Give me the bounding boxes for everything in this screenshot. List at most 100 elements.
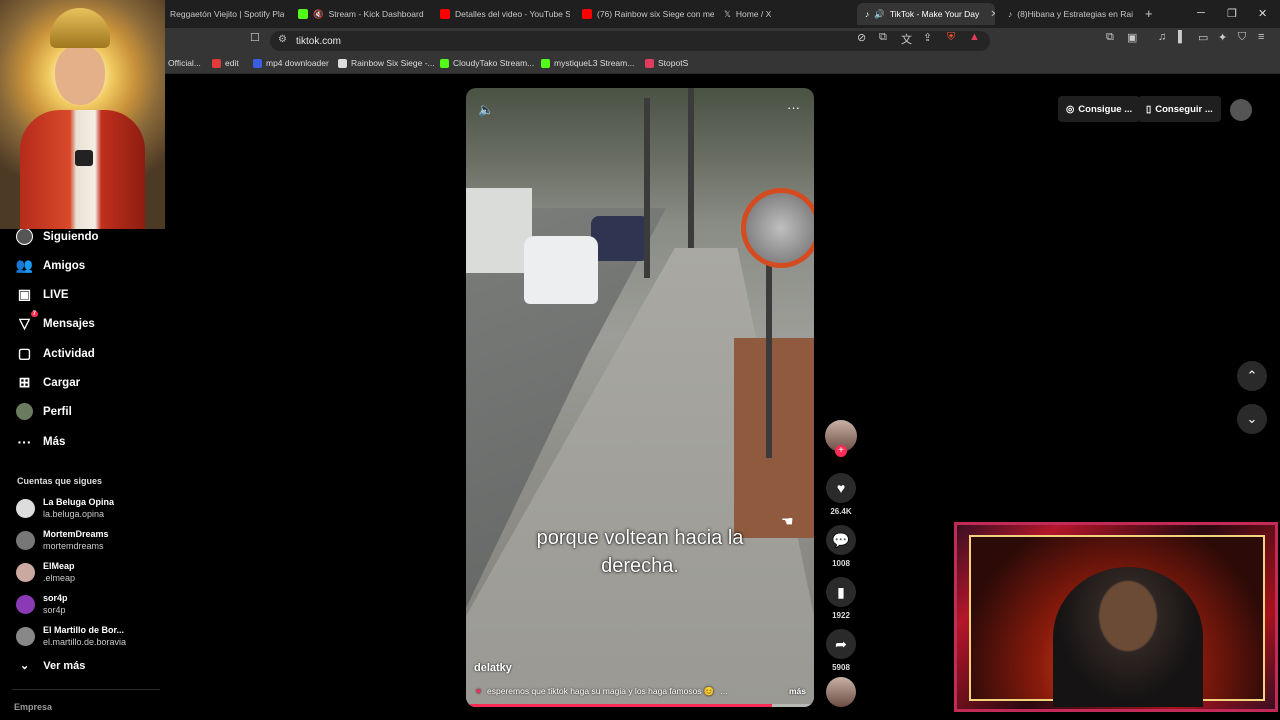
save-count: 1922 <box>832 611 850 620</box>
account-handle: .elmeap <box>43 573 76 583</box>
get-app-button[interactable]: ▯ Conseguir ... <box>1138 96 1221 122</box>
followed-account[interactable]: ElMeap .elmeap <box>16 560 75 584</box>
previous-video-button[interactable]: ⌃ <box>1237 361 1267 391</box>
footer-company-link[interactable]: Empresa <box>14 702 52 712</box>
sidebar-item-more[interactable]: ··· Más <box>16 433 66 450</box>
sidebar-item-label: Siguiendo <box>43 230 99 243</box>
tab-x[interactable]: 𝕏 Home / X <box>716 3 846 25</box>
speaker-icon: 🔇 <box>313 8 324 19</box>
wallet-icon[interactable]: ▭ <box>1198 31 1208 44</box>
sound-avatar[interactable] <box>826 677 856 707</box>
restore-button[interactable]: ❐ <box>1227 7 1237 20</box>
followed-account[interactable]: MortemDreams mortemdreams <box>16 528 109 552</box>
kick-icon <box>541 58 550 68</box>
leo-ai-icon[interactable]: ✦ <box>1218 31 1227 44</box>
youtube-icon <box>440 9 450 19</box>
following-icon <box>16 228 33 245</box>
tab-spotify[interactable]: Reggaetón Viejito | Spotify Pla <box>162 3 284 25</box>
tab-title: Home / X <box>735 9 772 19</box>
tab-tiktok[interactable]: ♪ 🔊 TikTok - Make Your Day ✕ <box>857 3 995 25</box>
chevron-down-icon: ⌄ <box>20 660 30 672</box>
tab-youtube[interactable]: (76) Rainbow six Siege con me <box>574 3 714 25</box>
translate-icon[interactable]: 文 <box>901 31 912 47</box>
streamer-figure <box>1053 567 1203 707</box>
next-video-button[interactable]: ⌄ <box>1237 404 1267 434</box>
sidebar-item-upload[interactable]: ⊞ Cargar <box>16 374 80 391</box>
crown-icon <box>50 8 110 48</box>
sidebar-toggle-icon[interactable]: ▌ <box>1178 31 1186 43</box>
bookmark-icon[interactable]: ☐ <box>250 31 260 44</box>
sidebar-item-messages[interactable]: ▽ 7 Mensajes <box>16 311 95 332</box>
menu-icon[interactable]: ≡ <box>1258 31 1264 43</box>
volume-icon[interactable]: 🔈 <box>478 102 494 118</box>
close-icon[interactable]: ✕ <box>990 9 995 20</box>
video-pole <box>644 98 650 278</box>
share-arrow-icon: ➦ <box>826 629 856 659</box>
screenshot-icon[interactable]: ▣ <box>1127 31 1137 44</box>
download-icon <box>253 58 262 68</box>
more-options-icon[interactable]: ··· <box>787 100 800 115</box>
account-handle: el.martillo.de.boravia <box>43 637 127 647</box>
bookmark-mp4-downloader[interactable]: mp4 downloader <box>253 58 329 68</box>
video-progress-bar[interactable] <box>466 704 814 707</box>
sidebar-item-profile[interactable]: Perfil <box>16 403 72 420</box>
brave-rewards-icon[interactable]: ▲ <box>969 31 980 43</box>
new-tab-button[interactable]: + <box>1145 6 1153 21</box>
see-more-label: Ver más <box>43 659 86 672</box>
sidebar-item-activity[interactable]: ▢ Actividad <box>16 345 95 362</box>
site-info-icon[interactable]: ⚙ <box>278 34 287 45</box>
window-close-button[interactable]: ✕ <box>1258 7 1267 20</box>
minimize-button[interactable]: ─ <box>1197 7 1205 19</box>
account-name: sor4p <box>43 593 68 603</box>
account-handle: mortemdreams <box>43 541 104 551</box>
video-car-blue <box>591 216 649 261</box>
video-truck <box>466 188 532 273</box>
extensions-icon[interactable]: ⧉ <box>1106 31 1114 44</box>
stream-overlay-image <box>0 0 165 229</box>
user-avatar[interactable] <box>1230 99 1252 121</box>
tab-kick[interactable]: 🔇 Stream - Kick Dashboard <box>290 3 430 25</box>
messages-badge: 7 <box>30 311 38 317</box>
sidebar-item-friends[interactable]: 👥 Amigos <box>16 257 85 274</box>
share-button[interactable]: ➦ 5908 <box>825 629 857 672</box>
followed-account[interactable]: La Beluga Opina la.beluga.opina <box>16 496 114 520</box>
bookmark-cloudytako[interactable]: CloudyTako Stream... <box>440 58 534 68</box>
sidebar-item-following[interactable]: Siguiendo <box>16 228 99 245</box>
no-translate-icon[interactable]: ⊘ <box>857 31 866 44</box>
brave-shield-icon[interactable]: ⛨ <box>947 31 955 44</box>
webcam-overlay <box>954 522 1278 712</box>
tab-tiktok-hibana[interactable]: ♪ (8)Hibana y Estrategias en Rai <box>1000 3 1135 25</box>
bookmark-label: Official... <box>168 58 201 68</box>
address-toolbar: ☐ ⚙ tiktok.com ⊘ ⧉ 文 ⇪ ⛨ ▲ ⧉ ▣ ♫ ▌ ▭ ✦ ⛉… <box>0 28 1280 54</box>
bookmark-stopots[interactable]: StopotS <box>645 58 688 68</box>
share-icon[interactable]: ⇪ <box>923 31 932 44</box>
bookmark-official[interactable]: Official... <box>168 58 201 68</box>
followed-account[interactable]: sor4p sor4p <box>16 592 68 616</box>
vpn-icon[interactable]: ⛉ <box>1238 31 1246 44</box>
subtitle-line: porque voltean hacia la <box>536 527 744 549</box>
media-icon[interactable]: ♫ <box>1158 31 1166 43</box>
rainbow-six-icon <box>338 58 347 68</box>
description-more-link[interactable]: más <box>789 686 806 697</box>
followed-account[interactable]: El Martillo de Bor... el.martillo.de.bora… <box>16 624 126 648</box>
video-player[interactable]: 🔈 ··· porque voltean hacia la derecha. d… <box>466 88 814 707</box>
like-button[interactable]: ♥ 26.4K <box>825 473 857 516</box>
bookmark-rainbow-six[interactable]: Rainbow Six Siege -... <box>338 58 435 68</box>
bookmark-edit[interactable]: edit <box>212 58 239 68</box>
progress-fill <box>466 704 773 707</box>
see-more-button[interactable]: ⌄ Ver más <box>20 659 86 673</box>
video-pole <box>688 88 694 248</box>
comment-button[interactable]: 💬 1008 <box>825 525 857 568</box>
video-author[interactable]: delatky <box>474 662 512 674</box>
tab-youtube-studio[interactable]: Detalles del video - YouTube S <box>432 3 570 25</box>
follow-plus-icon[interactable]: + <box>835 445 847 457</box>
get-coins-button[interactable]: ◎ Consigue ... <box>1058 96 1141 122</box>
sidebar-item-live[interactable]: ▣ LIVE <box>16 286 69 303</box>
video-car-white <box>524 236 598 304</box>
bookmark-mystique[interactable]: mystiqueL3 Stream... <box>541 58 634 68</box>
avatar <box>16 594 35 614</box>
account-handle: la.beluga.opina <box>43 509 105 519</box>
open-external-icon[interactable]: ⧉ <box>879 31 887 44</box>
webcam-feed <box>969 535 1265 707</box>
save-button[interactable]: ▮ 1922 <box>825 577 857 620</box>
